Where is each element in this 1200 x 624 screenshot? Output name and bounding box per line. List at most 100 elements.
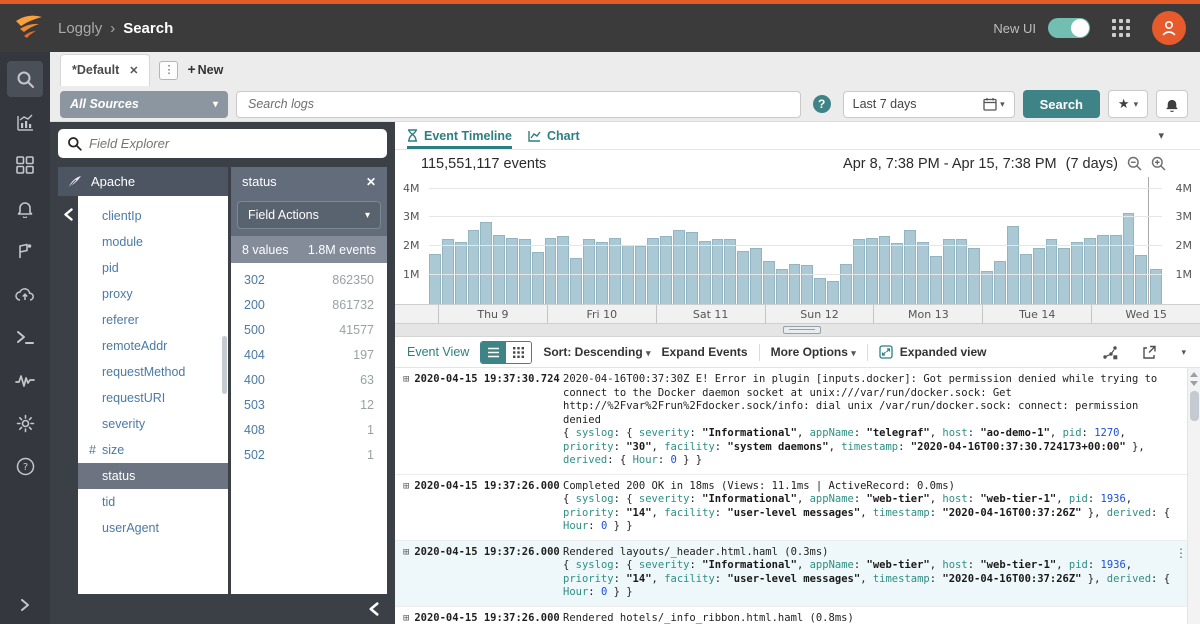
field-item-severity[interactable]: severity [78,411,228,437]
chart-bar[interactable] [570,258,582,304]
status-value[interactable]: 500 [244,323,265,337]
chart-bar[interactable] [583,239,595,304]
field-group-header-apache[interactable]: Apache [58,167,228,196]
chart-bar[interactable] [1135,255,1147,304]
chart-bar[interactable] [956,239,968,304]
chart-bar[interactable] [827,281,839,304]
chart-scroll-handle[interactable] [783,326,821,334]
solarwinds-logo-icon[interactable] [12,13,46,43]
day-axis-label[interactable]: Wed 15 [1092,305,1200,323]
event-row[interactable]: ⊞2020-04-15 19:37:26.000Completed 200 OK… [395,475,1187,541]
chart-bar[interactable] [545,238,557,304]
event-list-scrollbar[interactable] [1187,368,1200,624]
event-row[interactable]: ⊞2020-04-15 19:37:26.000Rendered layouts… [395,541,1187,607]
day-axis-label[interactable]: Sat 11 [657,305,766,323]
expand-events-button[interactable]: Expand Events [662,345,748,359]
breadcrumb-brand[interactable]: Loggly [58,20,102,37]
scroll-down-arrow[interactable] [1190,381,1198,386]
search-input[interactable] [236,91,801,118]
field-item-proxy[interactable]: proxy [78,281,228,307]
field-item-module[interactable]: module [78,229,228,255]
saved-searches-star-button[interactable]: ★ ▾ [1108,90,1148,118]
nav-settings-gear-icon[interactable] [7,405,43,441]
list-view-button[interactable] [481,342,506,363]
status-value[interactable]: 408 [244,423,265,437]
nav-charts-icon[interactable] [7,104,43,140]
chart-bar[interactable] [660,236,672,304]
field-item-tid[interactable]: tid [78,489,228,515]
chart-bar[interactable] [532,252,544,304]
chart-bar[interactable] [442,239,454,304]
row-menu-kebab-icon[interactable]: ⋮ [1175,547,1187,561]
chart-bar[interactable] [557,236,569,304]
field-item-requestMethod[interactable]: requestMethod [78,359,228,385]
chart-bar[interactable] [1007,226,1019,304]
chart-bar[interactable] [673,230,685,304]
more-options-dropdown[interactable]: More Options ▾ [771,345,856,359]
expand-event-icon[interactable]: ⊞ [403,373,409,387]
chart-bar[interactable] [879,236,891,304]
chart-bar[interactable] [750,248,762,304]
derived-fields-icon[interactable] [1102,345,1118,360]
chart-bar[interactable] [724,239,736,304]
chart-horizontal-scrollbar[interactable] [395,324,1200,337]
field-explorer-search[interactable] [58,129,387,158]
chart-bar[interactable] [635,246,647,304]
collapse-events-caret-icon[interactable]: ▾ [1181,347,1186,358]
close-icon[interactable]: ✕ [366,175,376,189]
chart-bar[interactable] [853,239,865,304]
status-value[interactable]: 400 [244,373,265,387]
event-row[interactable]: ⊞2020-04-15 19:37:30.7242020-04-16T00:37… [395,368,1187,475]
nav-live-tail-terminal-icon[interactable] [7,319,43,355]
chart-bar[interactable] [930,256,942,304]
day-axis-label[interactable]: Sun 12 [766,305,875,323]
day-axis-label[interactable]: Mon 13 [874,305,983,323]
tab-event-timeline[interactable]: Event Timeline [407,122,512,149]
user-avatar[interactable] [1152,11,1186,45]
chart-bar[interactable] [1058,248,1070,304]
status-value[interactable]: 503 [244,398,265,412]
collapse-panel-chevron-icon[interactable] [369,602,379,616]
tab-default[interactable]: *Default ✕ [60,54,150,86]
chart-bar[interactable] [1123,213,1135,304]
all-sources-dropdown[interactable]: All Sources ▾ [60,91,228,118]
nav-archive-cloud-icon[interactable] [7,276,43,312]
new-ui-toggle[interactable] [1048,18,1090,38]
chart-bar[interactable] [699,241,711,305]
day-axis-label[interactable]: Thu 9 [439,305,548,323]
status-value[interactable]: 404 [244,348,265,362]
nav-search-icon[interactable] [7,61,43,97]
chart-bar[interactable] [506,238,518,304]
chart-bar[interactable] [1084,238,1096,304]
field-explorer-input[interactable] [89,136,378,151]
chart-bar[interactable] [1020,254,1032,305]
chart-bar[interactable] [468,230,480,304]
chart-bar[interactable] [968,248,980,304]
explorer-collapse-strip[interactable] [58,196,78,594]
field-list-scrollbar[interactable] [222,336,227,394]
chart-bar[interactable] [801,265,813,304]
app-grid-icon[interactable] [1112,19,1130,37]
nav-alerts-bell-icon[interactable] [7,190,43,226]
field-item-clientIp[interactable]: clientIp [78,203,228,229]
expand-event-icon[interactable]: ⊞ [403,546,409,560]
chart-bar[interactable] [789,264,801,304]
collapse-timeline-caret-icon[interactable]: ▾ [1158,129,1164,142]
sort-dropdown[interactable]: Sort: Descending ▾ [543,345,650,359]
chart-bar[interactable] [917,242,929,304]
tab-menu-button[interactable]: ⋮ [159,61,178,80]
chart-bar[interactable] [519,239,531,304]
nav-help-icon[interactable]: ? [7,448,43,484]
scroll-thumb[interactable] [1190,391,1199,421]
field-item-userAgent[interactable]: userAgent [78,515,228,541]
day-axis-label[interactable]: Tue 14 [983,305,1092,323]
grid-view-button[interactable] [506,342,531,363]
chart-bar[interactable] [943,239,955,304]
field-item-status[interactable]: status [78,463,228,489]
chart-bar[interactable] [686,232,698,304]
chart-bar[interactable] [429,254,441,305]
zoom-in-icon[interactable] [1151,156,1166,171]
expand-event-icon[interactable]: ⊞ [403,480,409,494]
chart-bar[interactable] [712,239,724,304]
alert-bell-button[interactable] [1156,90,1188,118]
